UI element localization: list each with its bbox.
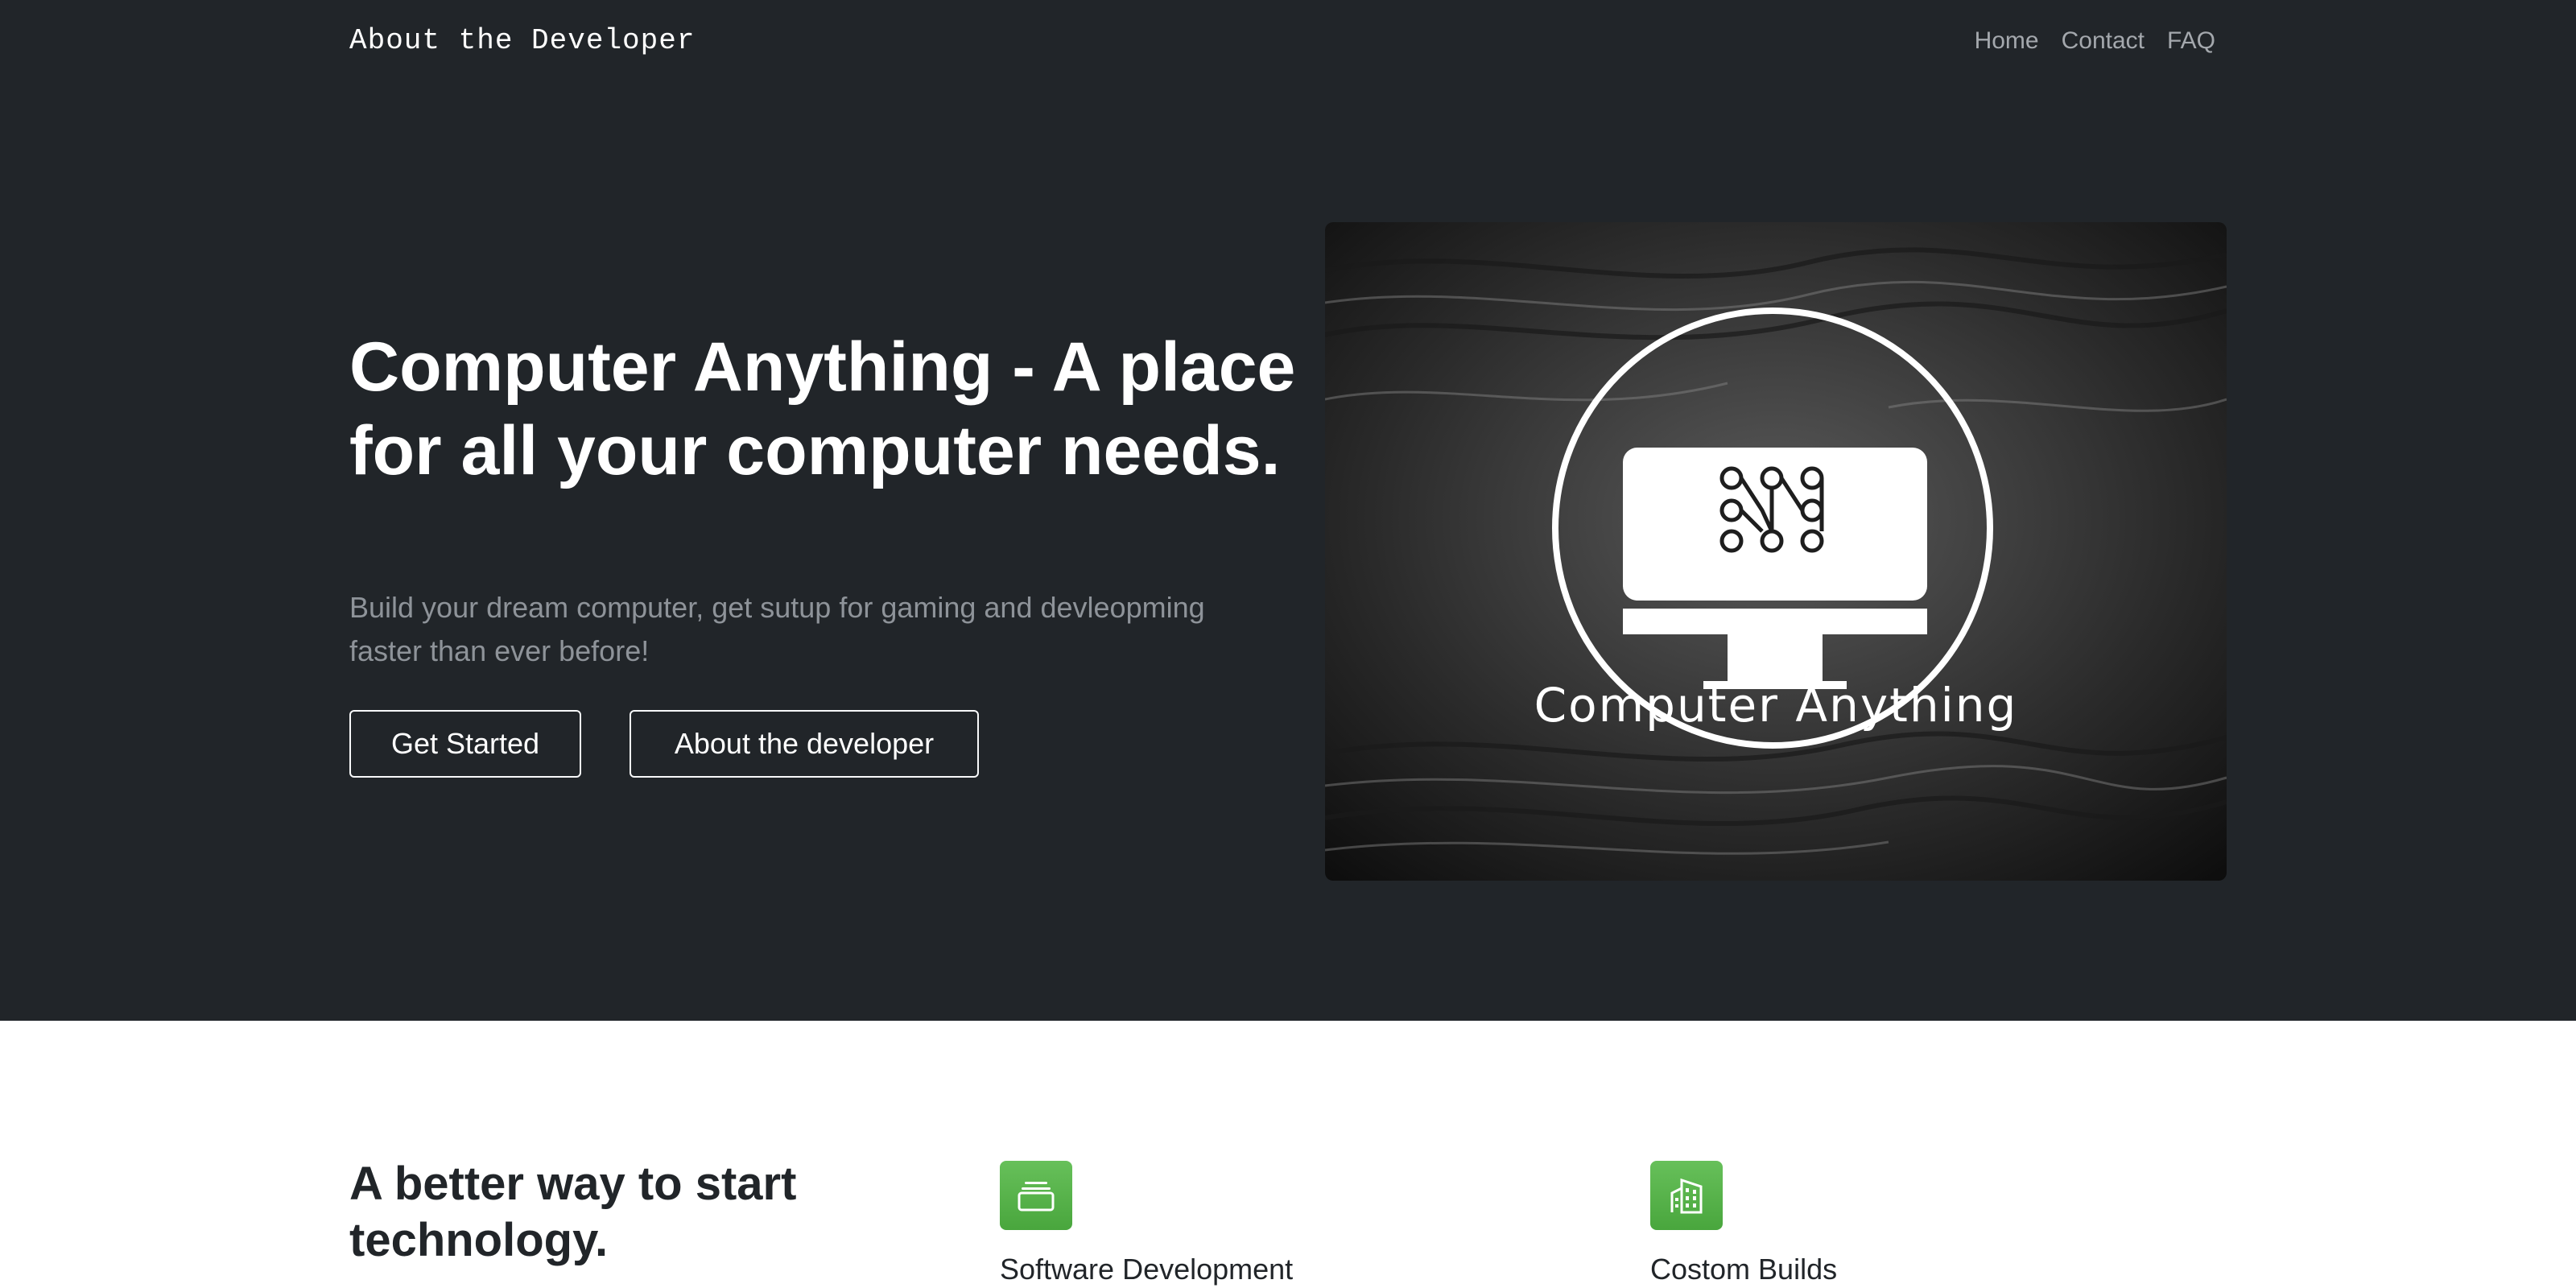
features-heading: A better way to start technology. — [349, 1158, 797, 1266]
collection-icon-graphic — [1018, 1182, 1055, 1212]
collection-icon — [1000, 1161, 1072, 1230]
top-nav: Home Contact FAQ — [1975, 27, 2215, 55]
nav-faq-link[interactable]: FAQ — [2167, 27, 2215, 55]
logo-graphic — [1325, 222, 2227, 881]
nav-contact-link[interactable]: Contact — [2062, 27, 2145, 55]
hero-title: Computer Anything - A place for all your… — [349, 328, 1296, 489]
building-icon — [1650, 1161, 1723, 1230]
hero-logo-image: Computer Anything — [1325, 222, 2227, 881]
feature-title-software: Software Development — [1000, 1253, 1294, 1286]
logo-caption-text: Computer Anything — [1534, 678, 2018, 733]
feature-title-builds: Costom Builds — [1650, 1253, 1838, 1286]
hero-section: About the Developer Home Contact FAQ Com… — [0, 0, 2576, 1021]
building-icon-graphic — [1670, 1178, 1703, 1214]
nav-home-link[interactable]: Home — [1975, 27, 2039, 55]
get-started-button[interactable]: Get Started — [349, 710, 581, 778]
about-developer-button[interactable]: About the developer — [630, 710, 979, 778]
site-brand[interactable]: About the Developer — [349, 24, 695, 57]
hero-lead: Build your dream computer, get sutup for… — [349, 591, 1205, 667]
